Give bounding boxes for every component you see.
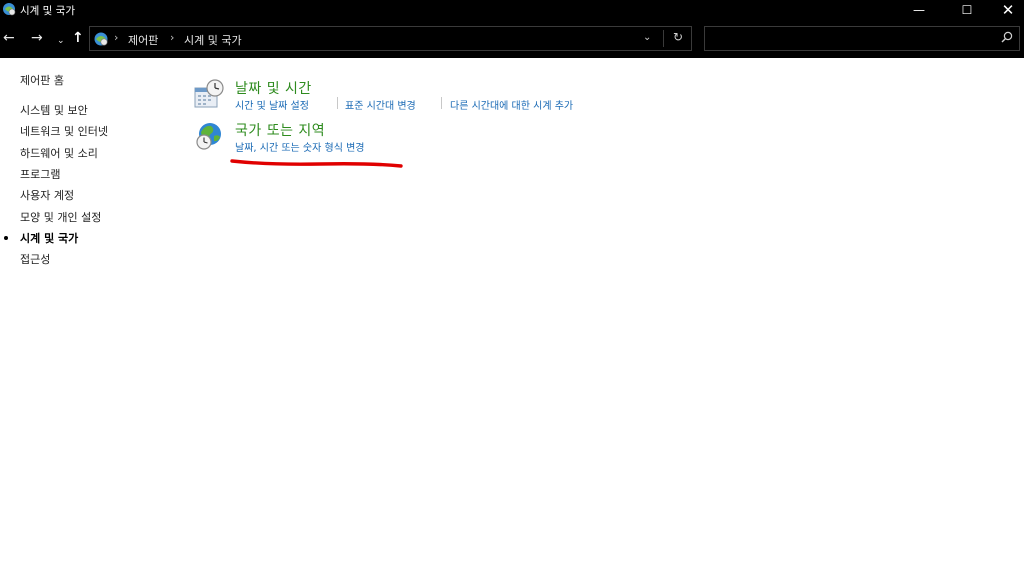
link-set-time-date[interactable]: 시간 및 날짜 설정 — [235, 97, 309, 112]
title-bar: 시계 및 국가 — ☐ ✕ — [0, 0, 1024, 21]
control-panel-icon — [3, 3, 16, 16]
category-title-region[interactable]: 국가 또는 지역 — [235, 120, 325, 140]
refresh-button[interactable]: ↻ — [673, 30, 683, 44]
active-item-bullet — [4, 236, 8, 240]
breadcrumb-separator: › — [170, 31, 175, 44]
link-add-clocks[interactable]: 다른 시간대에 대한 시계 추가 — [450, 97, 573, 112]
link-change-time-zone[interactable]: 표준 시간대 변경 — [345, 97, 416, 112]
minimize-button[interactable]: — — [896, 0, 942, 21]
forward-button[interactable]: → — [31, 30, 43, 46]
address-bar[interactable]: › 제어판 › 시계 및 국가 ⌄ ↻ — [89, 26, 692, 51]
sidebar-item-programs[interactable]: 프로그램 — [20, 166, 60, 182]
address-dropdown-button[interactable]: ⌄ — [643, 32, 651, 43]
link-separator — [441, 97, 442, 109]
link-change-formats[interactable]: 날짜, 시간 또는 숫자 형식 변경 — [235, 139, 364, 154]
recent-locations-button[interactable]: ⌄ — [57, 33, 65, 49]
sidebar-item-network-internet[interactable]: 네트워크 및 인터넷 — [20, 123, 108, 139]
close-button[interactable]: ✕ — [985, 0, 1024, 21]
breadcrumb-separator: › — [114, 31, 119, 44]
red-underline-annotation — [230, 159, 403, 168]
sidebar-item-hardware-sound[interactable]: 하드웨어 및 소리 — [20, 145, 98, 161]
breadcrumb-clock-region[interactable]: 시계 및 국가 — [184, 32, 242, 48]
sidebar-item-user-accounts[interactable]: 사용자 계정 — [20, 187, 74, 203]
breadcrumb-control-panel[interactable]: 제어판 — [128, 32, 158, 48]
sidebar-item-appearance[interactable]: 모양 및 개인 설정 — [20, 209, 101, 225]
sidebar-item-accessibility[interactable]: 접근성 — [20, 251, 50, 267]
calendar-clock-icon — [194, 79, 224, 108]
link-separator — [337, 97, 338, 109]
back-button[interactable]: ← — [3, 30, 15, 46]
sidebar-item-system-security[interactable]: 시스템 및 보안 — [20, 102, 88, 118]
sidebar-home-link[interactable]: 제어판 홈 — [20, 72, 64, 88]
address-toolbar: ← → ⌄ ↑ › 제어판 › 시계 및 국가 ⌄ ↻ — [0, 21, 1024, 58]
sidebar-item-clock-region[interactable]: 시계 및 국가 — [20, 230, 78, 246]
address-divider — [663, 30, 664, 47]
category-title-date-time[interactable]: 날짜 및 시간 — [235, 78, 312, 98]
window-title: 시계 및 국가 — [20, 5, 75, 17]
control-panel-icon — [94, 32, 108, 46]
maximize-button[interactable]: ☐ — [944, 0, 990, 21]
globe-clock-icon — [196, 123, 221, 150]
search-icon[interactable] — [1001, 31, 1013, 43]
up-button[interactable]: ↑ — [72, 30, 84, 46]
search-input[interactable] — [704, 26, 1020, 51]
